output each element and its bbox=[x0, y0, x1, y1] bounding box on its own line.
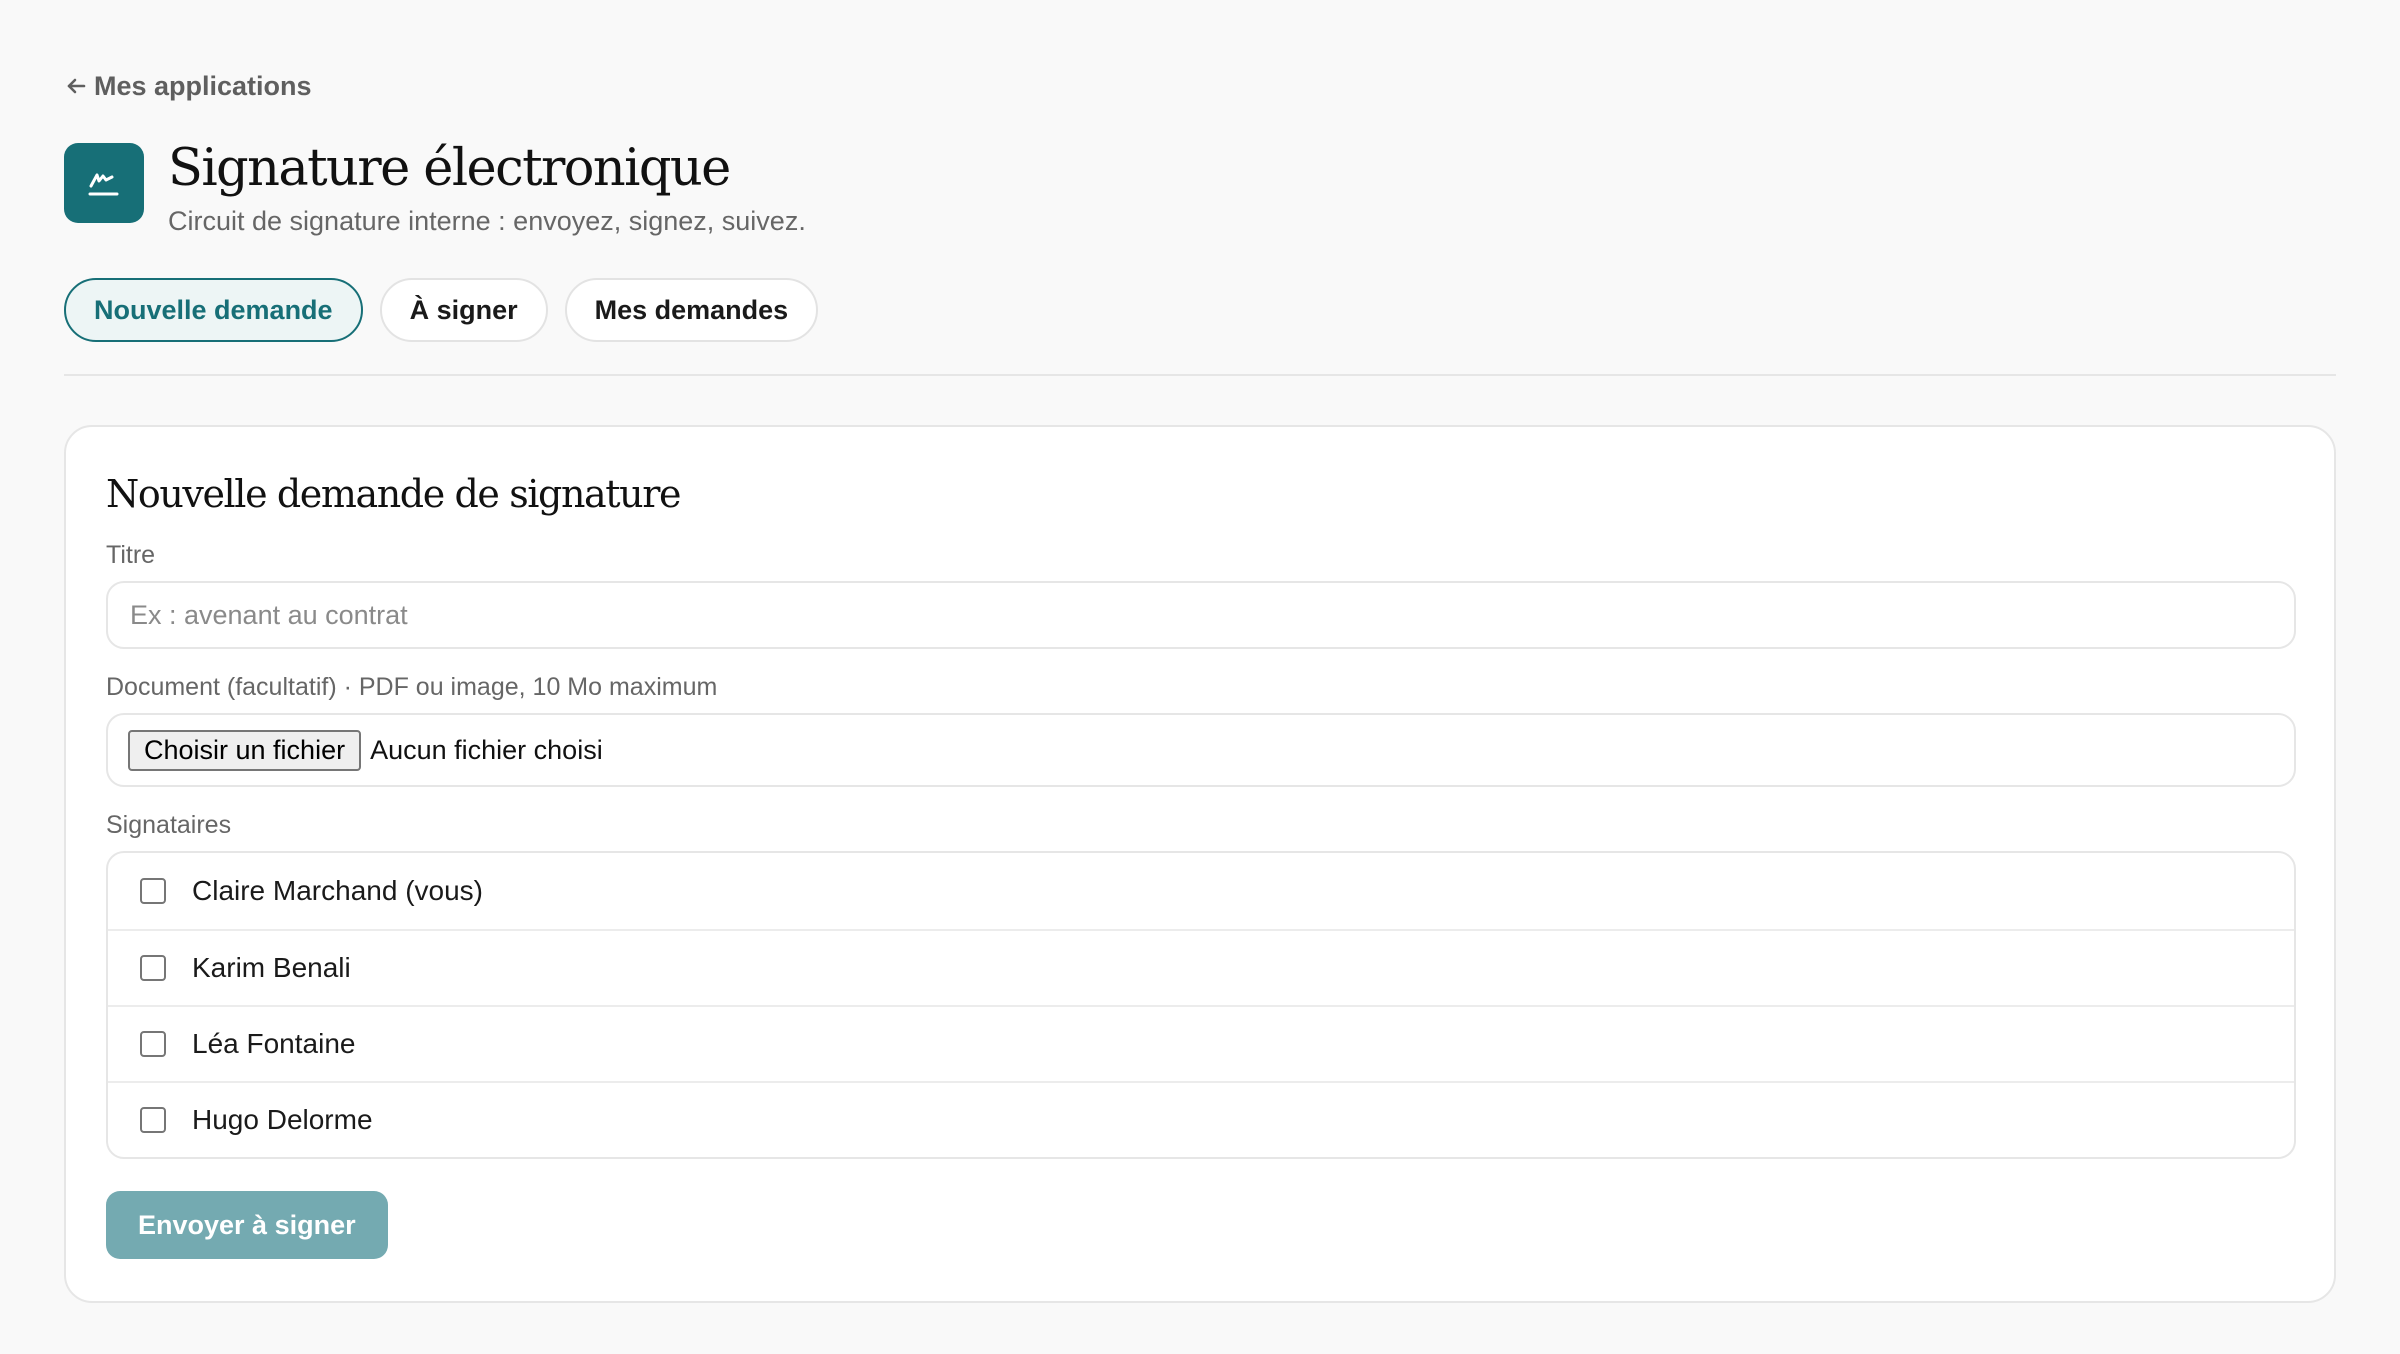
signature-icon bbox=[88, 173, 119, 196]
titre-input[interactable] bbox=[106, 581, 2296, 649]
signer-name: Léa Fontaine bbox=[192, 1028, 356, 1059]
signer-row[interactable]: Léa Fontaine bbox=[108, 1005, 2294, 1081]
send-to-sign-button[interactable]: Envoyer à signer bbox=[106, 1191, 388, 1259]
signers-label: Signataires bbox=[106, 811, 232, 839]
document-label: Document (facultatif) · PDF ou image, 10… bbox=[106, 673, 718, 701]
tab-mes-demandes[interactable]: Mes demandes bbox=[564, 278, 819, 342]
file-input: Choisir un fichier Aucun fichier choisi bbox=[106, 713, 2296, 787]
signer-row[interactable]: Hugo Delorme bbox=[108, 1081, 2294, 1157]
new-request-card: Nouvelle demande de signature Titre Docu… bbox=[64, 425, 2336, 1303]
choose-file-button[interactable]: Choisir un fichier bbox=[128, 729, 362, 771]
tab-a-signer[interactable]: À signer bbox=[379, 278, 548, 342]
app-title: Signature électronique bbox=[168, 139, 731, 198]
tab-nouvelle-demande[interactable]: Nouvelle demande bbox=[64, 278, 363, 342]
signer-checkbox[interactable] bbox=[140, 1107, 166, 1133]
divider bbox=[64, 374, 2336, 376]
back-link-label: Mes applications bbox=[94, 70, 312, 101]
app-logo bbox=[64, 143, 144, 223]
signer-checkbox[interactable] bbox=[140, 1031, 166, 1057]
signer-checkbox[interactable] bbox=[140, 878, 166, 904]
signer-row[interactable]: Claire Marchand (vous) bbox=[108, 853, 2294, 929]
signer-name: Karim Benali bbox=[192, 952, 351, 983]
signers-list: Claire Marchand (vous) Karim Benali Léa … bbox=[106, 851, 2296, 1159]
signer-name: Hugo Delorme bbox=[192, 1104, 373, 1135]
file-status: Aucun fichier choisi bbox=[370, 734, 603, 765]
tab-bar: Nouvelle demande À signer Mes demandes bbox=[64, 278, 819, 342]
signer-checkbox[interactable] bbox=[140, 955, 166, 981]
app-header: Signature électronique Circuit de signat… bbox=[64, 138, 806, 238]
app-subtitle: Circuit de signature interne : envoyez, … bbox=[168, 206, 806, 236]
form-title: Nouvelle demande de signature bbox=[106, 472, 682, 516]
signer-row[interactable]: Karim Benali bbox=[108, 929, 2294, 1005]
titre-label: Titre bbox=[106, 541, 156, 569]
signer-name: Claire Marchand (vous) bbox=[192, 875, 483, 906]
back-link[interactable]: Mes applications bbox=[64, 66, 312, 106]
arrow-left-icon bbox=[67, 78, 86, 94]
